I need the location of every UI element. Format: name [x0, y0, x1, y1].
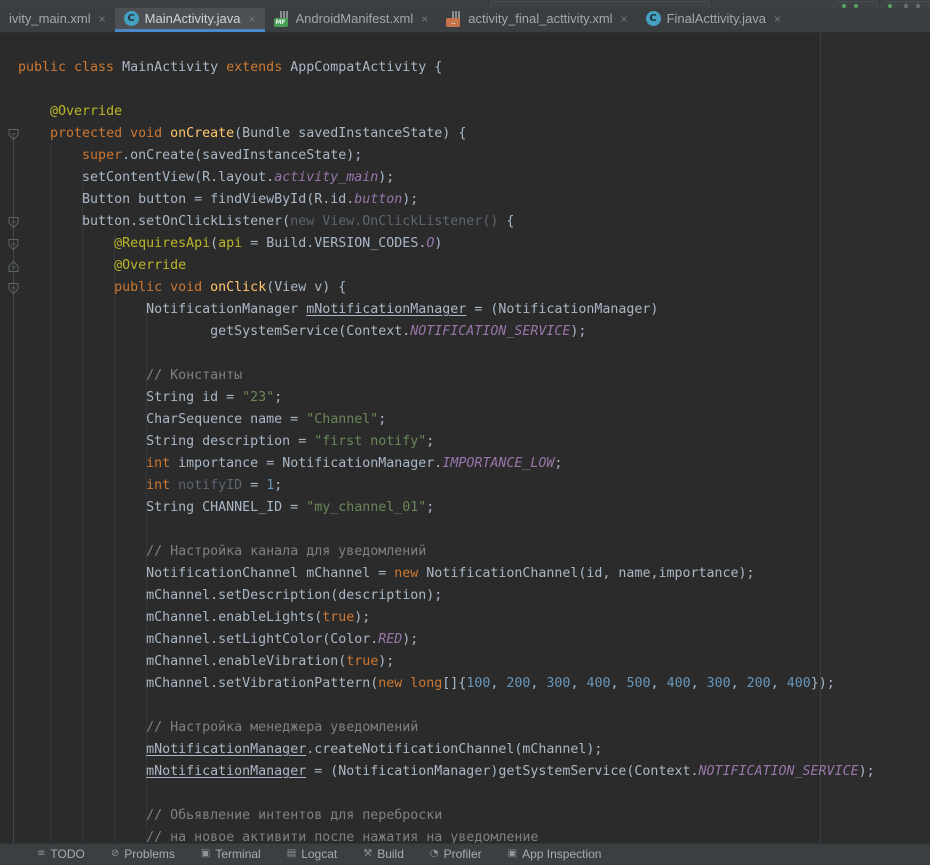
java-class-icon: C: [124, 11, 139, 26]
code-area: public class MainActivity extends AppCom…: [0, 57, 930, 843]
tool-window-button-problems[interactable]: ⊘ Problems: [98, 847, 188, 861]
code-line: mChannel.setDescription(description);: [0, 585, 930, 607]
code-line: // Настройка канала для уведомлений: [0, 541, 930, 563]
code-line: setContentView(R.layout.activity_main);: [0, 167, 930, 189]
code-line: CharSequence name = "Channel";: [0, 409, 930, 431]
tab-label: activity_final_acttivity.xml: [468, 11, 612, 26]
code-line: button.setOnClickListener(new View.OnCli…: [0, 211, 930, 233]
file-icon-badge: ..: [446, 18, 460, 27]
fold-collapse-icon[interactable]: [7, 238, 20, 251]
tool-window-bar: ≡ TODO ⊘ Problems ▣ Terminal ▤ Logcat ⚒ Build ◔ Pro…: [0, 843, 930, 865]
profiler-icon: ◔: [430, 849, 439, 859]
code-line: mNotificationManager = (NotificationMana…: [0, 761, 930, 783]
tool-window-button-todo[interactable]: ≡ TODO: [24, 847, 98, 861]
code-line: int notifyID = 1;: [0, 475, 930, 497]
tab-label: FinalActtivity.java: [667, 11, 766, 26]
code-line: mChannel.enableLights(true);: [0, 607, 930, 629]
code-line: NotificationManager mNotificationManager…: [0, 299, 930, 321]
todo-icon: ≡: [37, 849, 45, 859]
main-toolbar-remnant: [0, 0, 930, 8]
layout-xml-file-icon: ..: [446, 11, 462, 27]
code-line: // Настройка менеджера уведомлений: [0, 717, 930, 739]
code-line: // Обьявление интентов для переброски: [0, 805, 930, 827]
tool-window-button-label: Terminal: [215, 847, 260, 861]
tab-label: AndroidManifest.xml: [296, 11, 414, 26]
code-line: String description = "first notify";: [0, 431, 930, 453]
tool-window-button-label: Build: [377, 847, 404, 861]
fold-collapse-icon[interactable]: [7, 216, 20, 229]
manifest-file-icon: MF: [274, 11, 290, 27]
tool-window-button-terminal[interactable]: ▣ Terminal: [188, 847, 274, 861]
logcat-icon: ▤: [287, 849, 296, 859]
code-line: String id = "23";: [0, 387, 930, 409]
code-line: mChannel.setVibrationPattern(new long[]{…: [0, 673, 930, 695]
code-line: protected void onCreate(Bundle savedInst…: [0, 123, 930, 145]
code-line: @RequiresApi(api = Build.VERSION_CODES.O…: [0, 233, 930, 255]
close-icon[interactable]: ×: [774, 12, 781, 26]
code-line: @Override: [0, 255, 930, 277]
tab-activity-final-acttivity-xml[interactable]: .. activity_final_acttivity.xml ×: [437, 8, 636, 32]
tool-window-button-label: Logcat: [301, 847, 337, 861]
tool-window-button-label: Problems: [124, 847, 175, 861]
code-line: int importance = NotificationManager.IMP…: [0, 453, 930, 475]
code-line: [0, 695, 930, 717]
tab-androidmanifest-xml[interactable]: MF AndroidManifest.xml ×: [265, 8, 438, 32]
code-line: public void onClick(View v) {: [0, 277, 930, 299]
code-line: public class MainActivity extends AppCom…: [0, 57, 930, 79]
tab-label: ivity_main.xml: [9, 11, 91, 26]
code-line: // Константы: [0, 365, 930, 387]
tab-label: MainActivity.java: [145, 11, 241, 26]
android-studio-window: { "toolbar": {"note": ""}, "tab_bar": { …: [0, 0, 930, 855]
code-line: @Override: [0, 101, 930, 123]
code-line: [0, 519, 930, 541]
code-line: // на новое активити после нажатия на ув…: [0, 827, 930, 843]
code-line: NotificationChannel mChannel = new Notif…: [0, 563, 930, 585]
tool-window-button-label: App Inspection: [522, 847, 601, 861]
close-icon[interactable]: ×: [99, 12, 106, 26]
code-line: Button button = findViewById(R.id.button…: [0, 189, 930, 211]
code-line: super.onCreate(savedInstanceState);: [0, 145, 930, 167]
build-icon: ⚒: [363, 849, 372, 859]
fold-expand-icon[interactable]: [7, 260, 20, 273]
code-line: mChannel.enableVibration(true);: [0, 651, 930, 673]
tab-ivity-main-xml[interactable]: ivity_main.xml ×: [0, 8, 115, 32]
problems-icon: ⊘: [111, 849, 119, 859]
tool-window-button-label: Profiler: [444, 847, 482, 861]
terminal-icon: ▣: [201, 849, 210, 859]
editor-pane[interactable]: public class MainActivity extends AppCom…: [0, 33, 930, 843]
code-line: mChannel.setLightColor(Color.RED);: [0, 629, 930, 651]
close-icon[interactable]: ×: [248, 12, 255, 26]
tool-window-button-app-inspection[interactable]: ▣ App Inspection: [495, 847, 615, 861]
tool-window-button-build[interactable]: ⚒ Build: [350, 847, 417, 861]
file-icon-badge: MF: [274, 18, 288, 27]
close-icon[interactable]: ×: [421, 12, 428, 26]
code-line: [0, 79, 930, 101]
java-class-icon: C: [646, 11, 661, 26]
tool-window-button-logcat[interactable]: ▤ Logcat: [274, 847, 350, 861]
code-line: mNotificationManager.createNotificationC…: [0, 739, 930, 761]
fold-collapse-icon[interactable]: [7, 128, 20, 141]
tool-window-button-label: TODO: [50, 847, 84, 861]
code-line: [0, 783, 930, 805]
code-line: [0, 343, 930, 365]
fold-collapse-icon[interactable]: [7, 282, 20, 295]
tab-mainactivity-java[interactable]: C MainActivity.java ×: [115, 8, 265, 32]
code-line: getSystemService(Context.NOTIFICATION_SE…: [0, 321, 930, 343]
tab-finalacttivity-java[interactable]: C FinalActtivity.java ×: [637, 8, 790, 32]
code-line: String CHANNEL_ID = "my_channel_01";: [0, 497, 930, 519]
app-inspection-icon: ▣: [508, 849, 517, 859]
tab-bar: ivity_main.xml × C MainActivity.java × MF Andr…: [0, 8, 930, 33]
close-icon[interactable]: ×: [621, 12, 628, 26]
tool-window-button-profiler[interactable]: ◔ Profiler: [417, 847, 495, 861]
